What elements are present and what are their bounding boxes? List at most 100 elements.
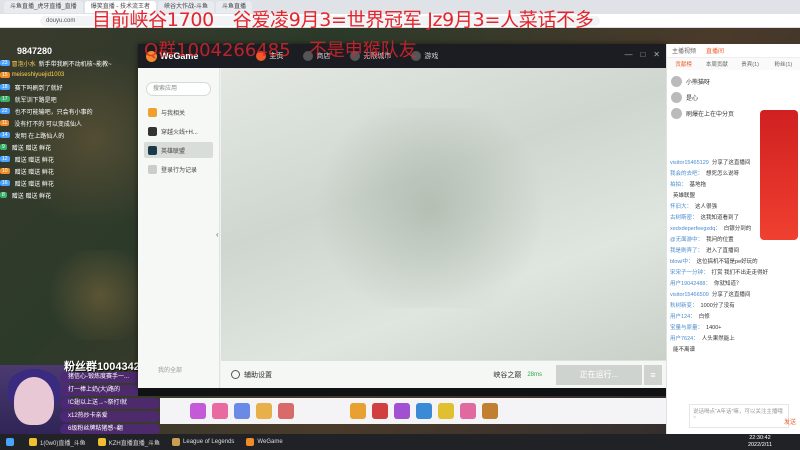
tab-weekly[interactable]: 本周贡献 [700,60,733,68]
chat-input[interactable]: 说话喝点“A年话”嘛，可以关注主播哦~ [689,404,789,428]
gift-icon[interactable] [212,403,228,419]
gift-icon[interactable] [190,403,206,419]
chat-username: 冒泡小水 [11,61,36,68]
send-button[interactable]: 发送 [784,417,796,426]
launch-button[interactable]: 正在运行... [556,364,642,385]
chat-line: 9 赠送 赠送 鲜花 [0,142,140,152]
chat-username[interactable]: visitor15465129 [670,160,709,166]
chat-username[interactable]: 宝量与原量： [670,325,703,331]
chat-username[interactable]: 怀旧大： [670,204,692,210]
chat-username[interactable]: visitor15466509 [670,292,709,298]
chat-username[interactable]: xedxdeperfeegxdq： [670,226,721,232]
windows-taskbar: 1(0w0)直播_斗鱼 KZH直播直播_斗鱼 League of Legends… [0,434,800,450]
chat-message: 能不离谱 [670,345,798,356]
stream-overlay-subtitle: Q群1004266485 不是申猴队友 [144,40,417,61]
chat-message: 赛下吗刷到了就好 [14,85,63,92]
rank-tabs: 贡献榜 本周贡献 贵宾(1) 粉丝(1) [667,58,800,70]
tab-contribution[interactable]: 贡献榜 [667,60,700,68]
taskbar-app-label: 1(0w0)直播_斗鱼 [40,440,86,447]
level-badge: 18 [0,84,10,90]
gift-icon[interactable] [234,403,250,419]
promo-banner[interactable] [760,110,798,240]
rank-name: 是心 [686,95,699,102]
gift-icon[interactable] [482,403,498,419]
rank-row[interactable]: 是心 [671,89,796,105]
chat-username[interactable]: 我是刷弄了： [670,248,703,254]
all-games-link[interactable]: 我的全部 [158,365,182,374]
close-icon[interactable]: ✕ [653,50,660,59]
sidebar-item-log[interactable]: 登录行为记录 [144,161,213,177]
gift-icon[interactable] [394,403,410,419]
gift-icon[interactable] [460,403,476,419]
minimize-icon[interactable]: — [624,50,632,59]
chat-line: 16 赠送 赠送 鲜花 [0,178,140,188]
gift-icon[interactable] [350,403,366,419]
chat-text: 这人很强 [695,204,718,210]
avatar-face [14,377,54,425]
level-badge: 23 [0,60,10,66]
clock-time: 22:30:42 [749,435,771,441]
taskbar-app[interactable]: League of Legends [166,434,240,450]
chat-text: 想死怎么说呀 [706,171,740,177]
taskbar-app[interactable]: KZH直播直播_斗鱼 [92,434,166,450]
tab-fans[interactable]: 粉丝(1) [767,60,800,68]
window-controls: — □ ✕ [624,50,660,59]
chat-username[interactable]: 拍拍： [670,182,687,188]
system-clock[interactable]: 22:30:42 2022/2/11 [748,435,772,449]
launch-menu-icon[interactable]: ≡ [644,364,662,385]
chat-message: 我是刷弄了： 进入了直播间 [670,246,798,257]
banner-art [301,108,561,308]
chat-message: 赠送 赠送 鲜花 [14,157,54,164]
chat-username[interactable]: 宋宋子一分钟： [670,270,709,276]
tab-vip[interactable]: 贵宾(1) [734,60,767,68]
gift-icon[interactable] [256,403,272,419]
wegame-window: WeGame 主页 商店 无限城市 游戏 — □ ✕ 搜索应用 与我相关 穿越火… [138,44,666,388]
rank-row[interactable]: 小熊猫呀 [671,73,796,89]
chat-message: 用户7624： 人头果然能上 [670,334,798,345]
chat-username[interactable]: 古树斯密： [670,215,698,221]
sidebar-item-related[interactable]: 与我相关 [144,104,213,120]
taskbar-app[interactable]: 1(0w0)直播_斗鱼 [23,434,92,450]
gift-icon[interactable] [372,403,388,419]
chat-username[interactable]: blowi中： [670,259,694,265]
chat-username[interactable]: 秋树新变： [670,303,698,309]
sidebar-item-lol[interactable]: 英雄联盟 [144,142,213,158]
chat-message: 没有打不的 可以变成仙人 [14,121,82,128]
tab-host-videos[interactable]: 主播视频 [667,46,701,55]
nav-label: 游戏 [424,53,439,60]
wegame-icon [246,438,255,446]
chat-message: 宝量与原量： 1400+ [670,323,798,334]
gift-icon[interactable] [278,403,294,419]
chat-line: 22 也不可能输吧，只会有小事的 [0,106,140,116]
assist-settings-button[interactable]: 辅助设置 [231,370,272,380]
chat-message: 用户124： 白修 [670,312,798,323]
chat-username[interactable]: @无面游中： [670,237,703,243]
tab-live-room[interactable]: 直播间 [701,46,729,55]
clock-date: 2022/2/11 [747,442,772,448]
chat-username[interactable]: 我会的去吧： [670,171,703,177]
chat-text: 基地拖 [689,182,707,188]
collapse-sidebar-icon[interactable]: ‹ [216,230,219,239]
start-button[interactable] [0,434,23,450]
ping-value: 28ms [527,371,542,378]
chrome-icon [97,438,106,446]
app-search-input[interactable]: 搜索应用 [146,82,211,96]
chat-username[interactable]: 用户7624： [670,336,699,342]
sidebar-item-label: 登录行为记录 [161,167,198,174]
level-badge: 8 [0,192,7,198]
taskbar-app[interactable]: WeGame [240,434,288,450]
level-badge: 11 [0,120,10,126]
stream-overlay-title: 目前峡谷1700 谷爱凌9月3=世界冠军 Jz9月3=人菜话不多 [92,9,594,31]
gift-icon[interactable] [416,403,432,419]
chat-message: 赠送 赠送 鲜花 [14,169,54,176]
chat-text: 打赏 我们不出走走得好 [711,270,769,276]
browser-tab[interactable]: 斗鱼直播_虎牙直播_直播 [4,1,83,13]
gift-icon[interactable] [438,403,454,419]
chat-username[interactable]: 用户19042488： [670,281,711,287]
maximize-icon[interactable]: □ [640,50,645,59]
server-select[interactable]: 峡谷之巅 [493,370,521,380]
level-badge: 14 [0,132,10,138]
wegame-main-banner [221,68,666,360]
sidebar-item-crossfire[interactable]: 穿越火线+H... [144,123,213,139]
chat-username[interactable]: 用户124： [670,314,696,320]
